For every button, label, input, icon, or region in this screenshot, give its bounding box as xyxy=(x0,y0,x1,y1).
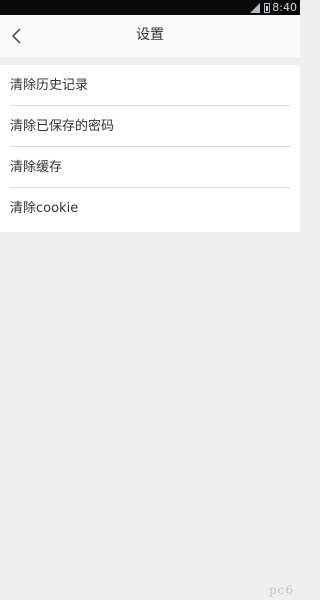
clear-cache-label: 清除缓存 xyxy=(10,160,63,175)
clear-history-item[interactable]: 清除历史记录 xyxy=(0,65,300,106)
status-bar: 8:40 xyxy=(0,0,300,15)
status-time: 8:40 xyxy=(272,1,297,14)
clear-saved-passwords-label: 清除已保存的密码 xyxy=(10,119,115,134)
nav-bar: 设置 xyxy=(0,15,300,57)
page-title: 设置 xyxy=(136,27,164,43)
clear-cache-item[interactable]: 清除缓存 xyxy=(0,147,300,188)
clear-saved-passwords-item[interactable]: 清除已保存的密码 xyxy=(0,106,300,147)
clear-cookie-item[interactable]: 清除cookie xyxy=(0,188,300,229)
clear-history-label: 清除历史记录 xyxy=(10,78,89,93)
clear-cookie-label: 清除cookie xyxy=(10,201,79,216)
status-icons xyxy=(250,2,270,13)
signal-icon xyxy=(250,2,260,13)
settings-list: 清除历史记录 清除已保存的密码 清除缓存 清除cookie xyxy=(0,65,300,232)
chevron-left-icon xyxy=(11,28,21,44)
watermark: pc6 xyxy=(268,583,294,597)
back-button[interactable] xyxy=(2,19,32,53)
battery-icon xyxy=(264,2,270,13)
